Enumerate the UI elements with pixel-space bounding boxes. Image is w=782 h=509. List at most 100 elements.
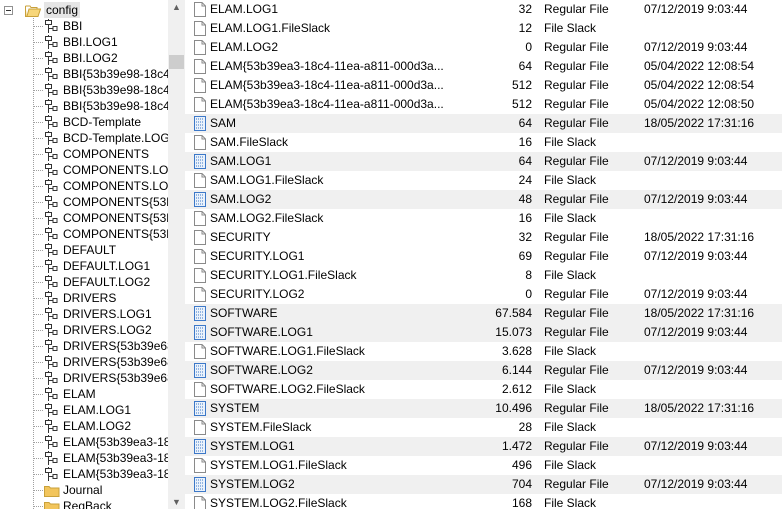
file-row[interactable]: SYSTEM.LOG2.FileSlack 168 File Slack — [185, 494, 782, 509]
file-name: SYSTEM.LOG1.FileSlack — [210, 458, 347, 472]
file-row[interactable]: SECURITY 32 Regular File 18/05/2022 17:31:1… — [185, 228, 782, 247]
file-date: 05/04/2022 12:08:50 — [644, 97, 755, 111]
tree-item-hive[interactable]: COMPONENTS{53b3 — [0, 226, 168, 242]
tree-item-folder[interactable]: Journal — [0, 482, 168, 498]
file-row[interactable]: SYSTEM.LOG1.FileSlack 496 File Slack — [185, 456, 782, 475]
file-row[interactable]: ELAM{53b39ea3-18c4-11ea-a811-000d3a... 51… — [185, 95, 782, 114]
tree-item-hive[interactable]: BCD-Template.LOG — [0, 130, 168, 146]
tree-item-hive[interactable]: DRIVERS.LOG1 — [0, 306, 168, 322]
tree-item-config[interactable]: config — [0, 2, 168, 18]
file-row[interactable]: SAM 64 Regular File 18/05/2022 17:31:16 — [185, 114, 782, 133]
tree-item-hive[interactable]: DRIVERS{53b39e68- — [0, 370, 168, 386]
tree-item-label: BCD-Template.LOG — [63, 131, 168, 145]
file-type: File Slack — [544, 496, 597, 509]
file-size: 10.496 — [495, 401, 532, 415]
tree-scrollbar[interactable]: ▲ ▼ — [168, 0, 185, 509]
scroll-up-icon[interactable]: ▲ — [168, 0, 185, 14]
file-row[interactable]: SYSTEM.LOG2 704 Regular File 07/12/2019 9:0… — [185, 475, 782, 494]
registry-hive-icon — [45, 371, 58, 385]
file-row[interactable]: SECURITY.LOG1 69 Regular File 07/12/2019 9:… — [185, 247, 782, 266]
tree-item-hive[interactable]: COMPONENTS{53b3 — [0, 194, 168, 210]
tree-item-hive[interactable]: DEFAULT — [0, 242, 168, 258]
file-row[interactable]: SOFTWARE.LOG1 15.073 Regular File 07/12/201… — [185, 323, 782, 342]
registry-file-icon — [194, 306, 206, 321]
scroll-down-icon[interactable]: ▼ — [168, 495, 185, 509]
tree-item-hive[interactable]: BCD-Template — [0, 114, 168, 130]
file-row[interactable]: SOFTWARE.LOG1.FileSlack 3.628 File Slack — [185, 342, 782, 361]
tree-connector — [34, 234, 43, 235]
file-icon — [194, 211, 206, 226]
file-row[interactable]: SECURITY.LOG2 0 Regular File 07/12/2019 9:0… — [185, 285, 782, 304]
tree-item-hive[interactable]: COMPONENTS{53b3 — [0, 210, 168, 226]
file-row[interactable]: SOFTWARE 67.584 Regular File 18/05/2022 17:… — [185, 304, 782, 323]
tree-item-hive[interactable]: BBI{53b39e98-18c4-1 — [0, 98, 168, 114]
tree-item-hive[interactable]: ELAM.LOG2 — [0, 418, 168, 434]
file-row[interactable]: ELAM{53b39ea3-18c4-11ea-a811-000d3a... 51… — [185, 76, 782, 95]
file-row[interactable]: SAM.FileSlack 16 File Slack — [185, 133, 782, 152]
registry-hive-icon — [45, 435, 58, 449]
file-row[interactable]: SYSTEM.LOG1 1.472 Regular File 07/12/2019 9… — [185, 437, 782, 456]
tree-item-hive[interactable]: DRIVERS{53b39e68- — [0, 338, 168, 354]
file-row[interactable]: SOFTWARE.LOG2 6.144 Regular File 07/12/2019… — [185, 361, 782, 380]
tree-item-hive[interactable]: BBI.LOG1 — [0, 34, 168, 50]
tree-connector — [34, 266, 43, 267]
file-row[interactable]: ELAM.LOG1.FileSlack 12 File Slack — [185, 19, 782, 38]
tree-item-hive[interactable]: DRIVERS — [0, 290, 168, 306]
tree-item-hive[interactable]: BBI — [0, 18, 168, 34]
tree-item-hive[interactable]: DRIVERS{53b39e68- — [0, 354, 168, 370]
tree-item-hive[interactable]: COMPONENTS.LOG1 — [0, 162, 168, 178]
tree-connector — [34, 26, 43, 27]
file-date: 05/04/2022 12:08:54 — [644, 59, 755, 73]
file-row[interactable]: SAM.LOG1.FileSlack 24 File Slack — [185, 171, 782, 190]
file-name: ELAM{53b39ea3-18c4-11ea-a811-000d3a... — [210, 97, 444, 111]
file-name: SOFTWARE.LOG1 — [210, 325, 313, 339]
tree-item-hive[interactable]: ELAM — [0, 386, 168, 402]
scrollbar-thumb[interactable] — [169, 55, 184, 69]
tree-item-hive[interactable]: ELAM.LOG1 — [0, 402, 168, 418]
file-name: SYSTEM.LOG1 — [210, 439, 295, 453]
file-size: 16 — [518, 211, 532, 225]
tree-item-label: COMPONENTS{53b3 — [63, 227, 168, 241]
tree-connector — [34, 138, 43, 139]
file-name: SYSTEM.FileSlack — [210, 420, 312, 434]
registry-hive-icon — [45, 387, 58, 401]
registry-hive-icon — [45, 163, 58, 177]
file-row[interactable]: ELAM.LOG2 0 Regular File 07/12/2019 9:03:44 — [185, 38, 782, 57]
tree-item-hive[interactable]: BBI{53b39e98-18c4-1 — [0, 66, 168, 82]
file-date: 07/12/2019 9:03:44 — [644, 477, 748, 491]
tree-item-hive[interactable]: BBI{53b39e98-18c4-1 — [0, 82, 168, 98]
collapse-icon[interactable] — [4, 6, 13, 15]
file-row[interactable]: SAM.LOG1 64 Regular File 07/12/2019 9:03:44 — [185, 152, 782, 171]
tree-item-hive[interactable]: BBI.LOG2 — [0, 50, 168, 66]
file-date: 18/05/2022 17:31:16 — [644, 306, 755, 320]
file-row[interactable]: SAM.LOG2.FileSlack 16 File Slack — [185, 209, 782, 228]
tree-item-hive[interactable]: ELAM{53b39ea3-18c4 — [0, 434, 168, 450]
tree-item-hive[interactable]: DRIVERS.LOG2 — [0, 322, 168, 338]
tree-item-label: ELAM.LOG2 — [63, 419, 132, 433]
tree-item-label: BBI.LOG1 — [63, 35, 118, 49]
tree-item-folder[interactable]: RegBack — [0, 498, 168, 509]
tree-item-hive[interactable]: DEFAULT.LOG2 — [0, 274, 168, 290]
registry-hive-icon — [45, 35, 58, 49]
tree-item-label: DRIVERS.LOG1 — [63, 307, 152, 321]
file-row[interactable]: ELAM.LOG1 32 Regular File 07/12/2019 9:03:4… — [185, 0, 782, 19]
file-type: File Slack — [544, 211, 597, 225]
file-row[interactable]: SECURITY.LOG1.FileSlack 8 File Slack — [185, 266, 782, 285]
file-icon — [194, 420, 206, 435]
tree-item-hive[interactable]: COMPONENTS.LOG2 — [0, 178, 168, 194]
registry-file-icon — [194, 363, 206, 378]
tree-connector — [34, 154, 43, 155]
file-row[interactable]: SOFTWARE.LOG2.FileSlack 2.612 File Slack — [185, 380, 782, 399]
file-name: SOFTWARE.LOG1.FileSlack — [210, 344, 365, 358]
registry-hive-icon — [45, 275, 58, 289]
tree-item-hive[interactable]: COMPONENTS — [0, 146, 168, 162]
tree-item-hive[interactable]: ELAM{53b39ea3-18c4 — [0, 450, 168, 466]
tree-item-hive[interactable]: DEFAULT.LOG1 — [0, 258, 168, 274]
tree-item-label: ELAM.LOG1 — [63, 403, 132, 417]
tree-item-hive[interactable]: ELAM{53b39ea3-18c4 — [0, 466, 168, 482]
file-row[interactable]: SYSTEM.FileSlack 28 File Slack — [185, 418, 782, 437]
file-row[interactable]: SYSTEM 10.496 Regular File 18/05/2022 17:31… — [185, 399, 782, 418]
file-size: 512 — [511, 97, 532, 111]
file-row[interactable]: ELAM{53b39ea3-18c4-11ea-a811-000d3a... 64… — [185, 57, 782, 76]
file-row[interactable]: SAM.LOG2 48 Regular File 07/12/2019 9:03:44 — [185, 190, 782, 209]
